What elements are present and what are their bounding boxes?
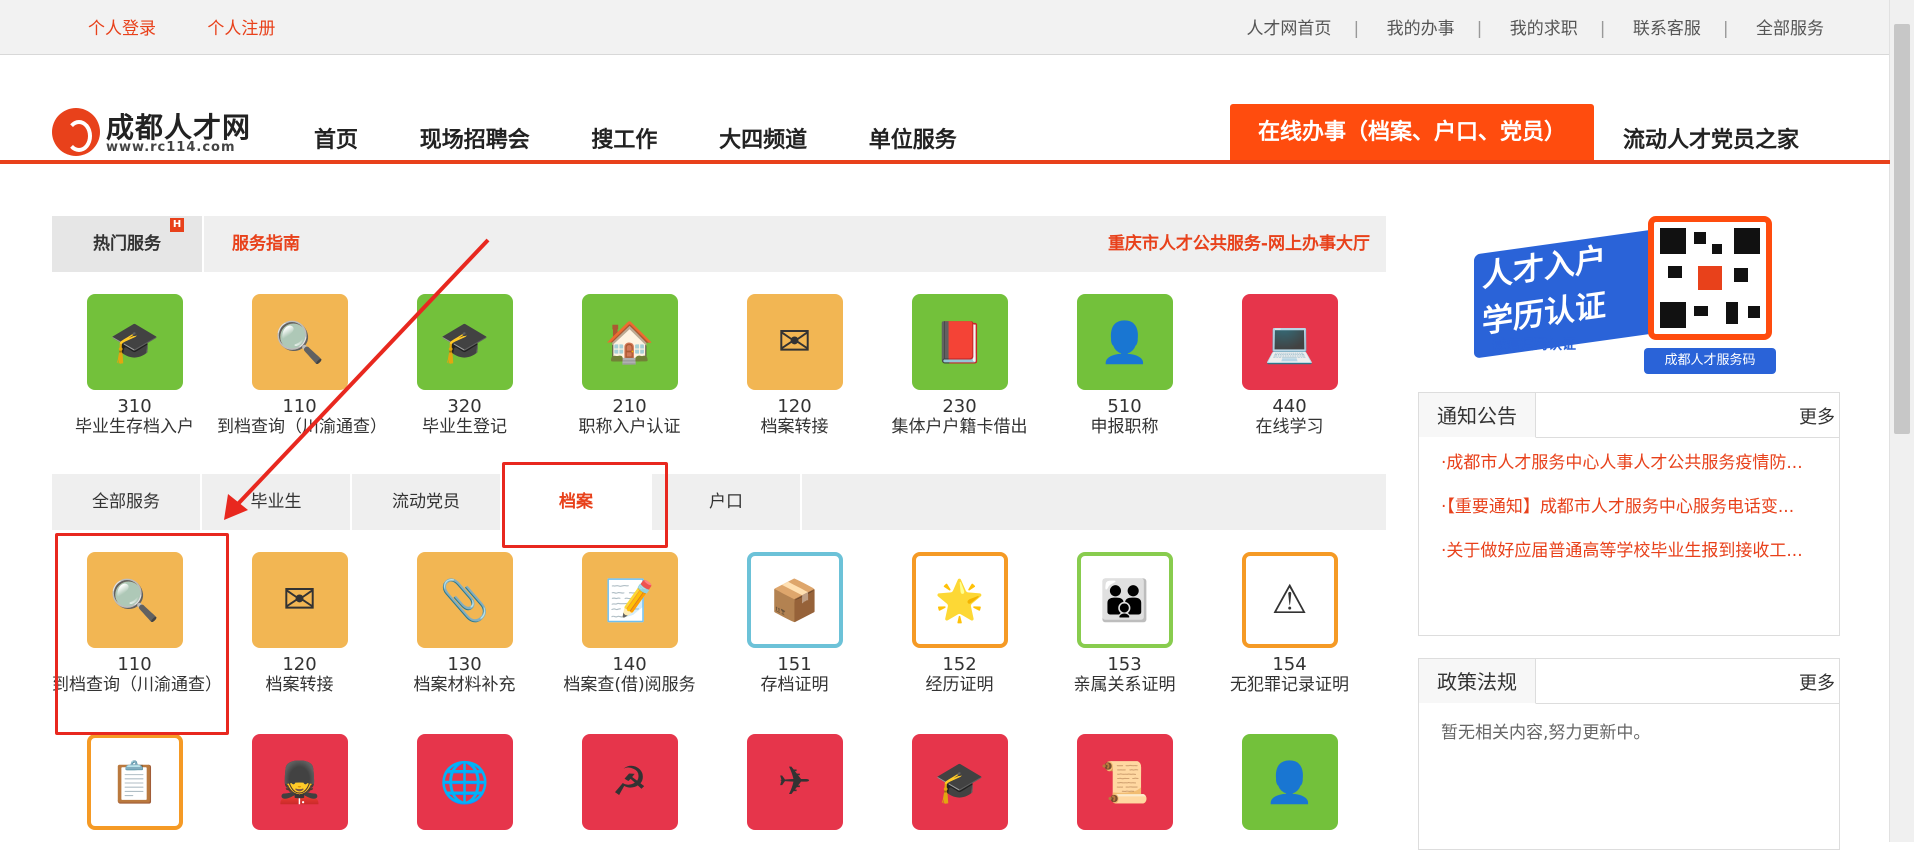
notice-list: ·成都市人才服务中心人事人才公共服务疫情防... ·【重要通知】成都市人才服务中… [1419, 452, 1839, 562]
qr-code-caption: 成都人才服务码 [1644, 348, 1776, 374]
notice-panel: 通知公告 更多 ·成都市人才服务中心人事人才公共服务疫情防... ·【重要通知】… [1418, 392, 1840, 636]
notice-item[interactable]: ·成都市人才服务中心人事人才公共服务疫情防... [1441, 452, 1831, 474]
notice-item[interactable]: ·关于做好应届普通高等学校毕业生报到接收工... [1441, 540, 1831, 562]
qr-promo-banner[interactable]: 人才入户 学历认证 微信扫码认证 成都人才服务码 [1460, 214, 1780, 384]
notice-more-link[interactable]: 更多 [1799, 403, 1835, 429]
policy-header: 政策法规 更多 [1419, 659, 1839, 704]
qr-banner-subtitle: 微信扫码认证 [1492, 337, 1576, 353]
notice-header: 通知公告 更多 [1419, 393, 1839, 438]
notice-item[interactable]: ·【重要通知】成都市人才服务中心服务电话变... [1441, 496, 1831, 518]
policy-empty-text: 暂无相关内容,努力更新中。 [1441, 723, 1651, 743]
policy-more-link[interactable]: 更多 [1799, 669, 1835, 695]
qr-code-icon [1648, 216, 1772, 340]
notice-title: 通知公告 [1419, 393, 1536, 438]
policy-title: 政策法规 [1419, 659, 1536, 704]
policy-panel: 政策法规 更多 暂无相关内容,努力更新中。 [1418, 658, 1840, 850]
